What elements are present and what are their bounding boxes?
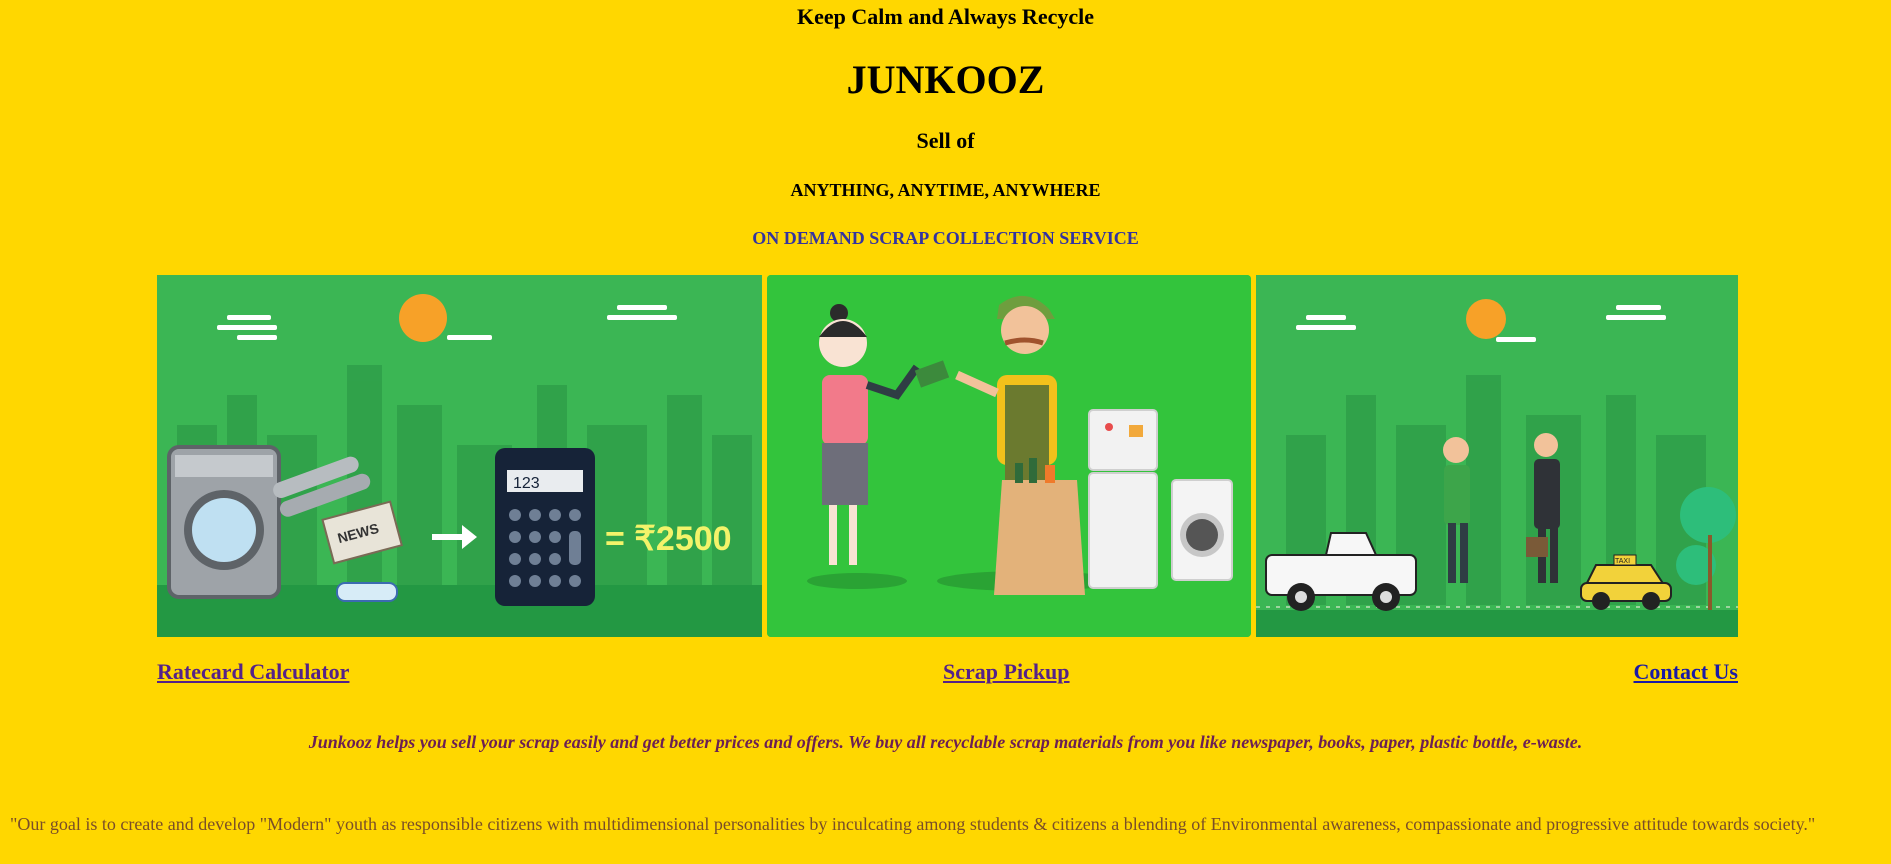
- service-heading: ON DEMAND SCRAP COLLECTION SERVICE: [752, 228, 1139, 248]
- brand-title: JUNKOOZ: [846, 57, 1045, 102]
- nav-links: Ratecard Calculator Scrap Pickup Contact…: [157, 659, 1738, 689]
- contact-banner[interactable]: TAXI: [1256, 275, 1738, 637]
- washing-machine-calculator-illustration: NEWS 123 = ₹2500: [157, 275, 762, 637]
- page: Keep Calm and Always Recycle JUNKOOZ Sel…: [0, 0, 1891, 864]
- tagline: Keep Calm and Always Recycle: [797, 4, 1094, 29]
- sell-of-heading: Sell of: [916, 128, 975, 153]
- svg-text:123: 123: [513, 475, 540, 492]
- svg-text:= ₹2500: = ₹2500: [605, 520, 732, 558]
- ratecard-calculator-link[interactable]: Ratecard Calculator: [157, 659, 349, 685]
- scrap-dealer-handing-cash-illustration: [767, 275, 1251, 637]
- pickup-truck-handshake-illustration: TAXI: [1256, 275, 1738, 637]
- scrap-pickup-link[interactable]: Scrap Pickup: [943, 659, 1070, 685]
- ratecard-banner[interactable]: NEWS 123 = ₹2500: [157, 275, 762, 637]
- svg-text:TAXI: TAXI: [1615, 558, 1630, 565]
- goal-text: "Our goal is to create and develop "Mode…: [10, 814, 1816, 834]
- anything-heading: ANYTHING, ANYTIME, ANYWHERE: [790, 180, 1101, 200]
- about-text: Junkooz helps you sell your scrap easily…: [308, 732, 1583, 752]
- contact-us-link[interactable]: Contact Us: [1634, 659, 1739, 685]
- pickup-banner[interactable]: [767, 275, 1251, 637]
